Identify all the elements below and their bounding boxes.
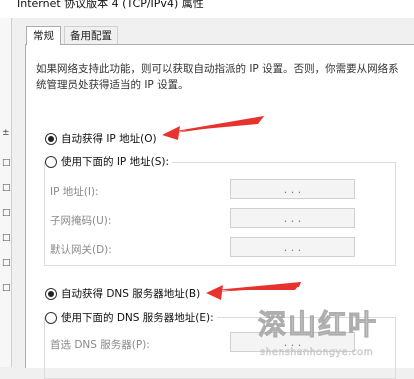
strip-glyph: □	[2, 158, 11, 168]
radio-unselected-indicator	[45, 311, 57, 324]
radio-selected-indicator	[45, 132, 57, 145]
description-text: 如果网络支持此功能，则可以获取自动指派的 IP 设置。否则，你需要从网络系统管理…	[36, 63, 399, 91]
watermark: 深山红叶 shenshanhongye.com	[257, 303, 408, 363]
auto-ip-label: 自动获得 IP 地址(O)	[61, 133, 157, 145]
manual-ip-label: 使用下面的 IP 地址(S):	[61, 156, 169, 168]
subnet-mask-label: 子网掩码(U):	[50, 215, 112, 227]
watermark-logo: 深山红叶	[257, 308, 379, 342]
auto-dns-label: 自动获得 DNS 服务器地址(B)	[61, 288, 201, 300]
subnet-mask-input[interactable]: . . .	[230, 208, 355, 228]
watermark-url: shenshanhongye.com	[260, 347, 374, 358]
strip-glyph: □	[2, 233, 11, 243]
auto-dns-radio[interactable]: 自动获得 DNS 服务器地址(B)	[45, 286, 200, 301]
title-bar: Internet 协议版本 4 (TCP/IPv4) 属性	[0, 0, 414, 18]
manual-dns-label: 使用下面的 DNS 服务器地址(E):	[61, 312, 214, 324]
strip-glyph: □	[2, 258, 11, 268]
ip-address-label: IP 地址(I):	[50, 186, 99, 198]
strip-glyph: ±	[2, 128, 10, 138]
default-gateway-label: 默认网关(D):	[50, 244, 112, 256]
manual-dns-radio[interactable]: 使用下面的 DNS 服务器地址(E):	[45, 310, 217, 325]
preferred-dns-label: 首选 DNS 服务器(P):	[50, 339, 150, 351]
radio-selected-indicator	[45, 287, 57, 300]
tab-alternate-config[interactable]: 备用配置	[64, 26, 118, 45]
manual-ip-radio[interactable]: 使用下面的 IP 地址(S):	[45, 154, 172, 169]
default-gateway-input[interactable]: . . .	[230, 237, 355, 257]
radio-unselected-indicator	[45, 155, 57, 168]
tab-general[interactable]: 常规	[26, 26, 61, 45]
window-title: Internet 协议版本 4 (TCP/IPv4) 属性	[17, 0, 204, 10]
strip-glyph: □	[2, 283, 11, 293]
ip-address-input[interactable]: . . .	[230, 179, 355, 199]
auto-ip-radio[interactable]: 自动获得 IP 地址(O)	[45, 131, 157, 146]
background-window-strip: ± □ □ □ □ □ □	[0, 18, 12, 367]
strip-glyph: □	[2, 183, 11, 193]
strip-glyph: □	[2, 208, 11, 218]
